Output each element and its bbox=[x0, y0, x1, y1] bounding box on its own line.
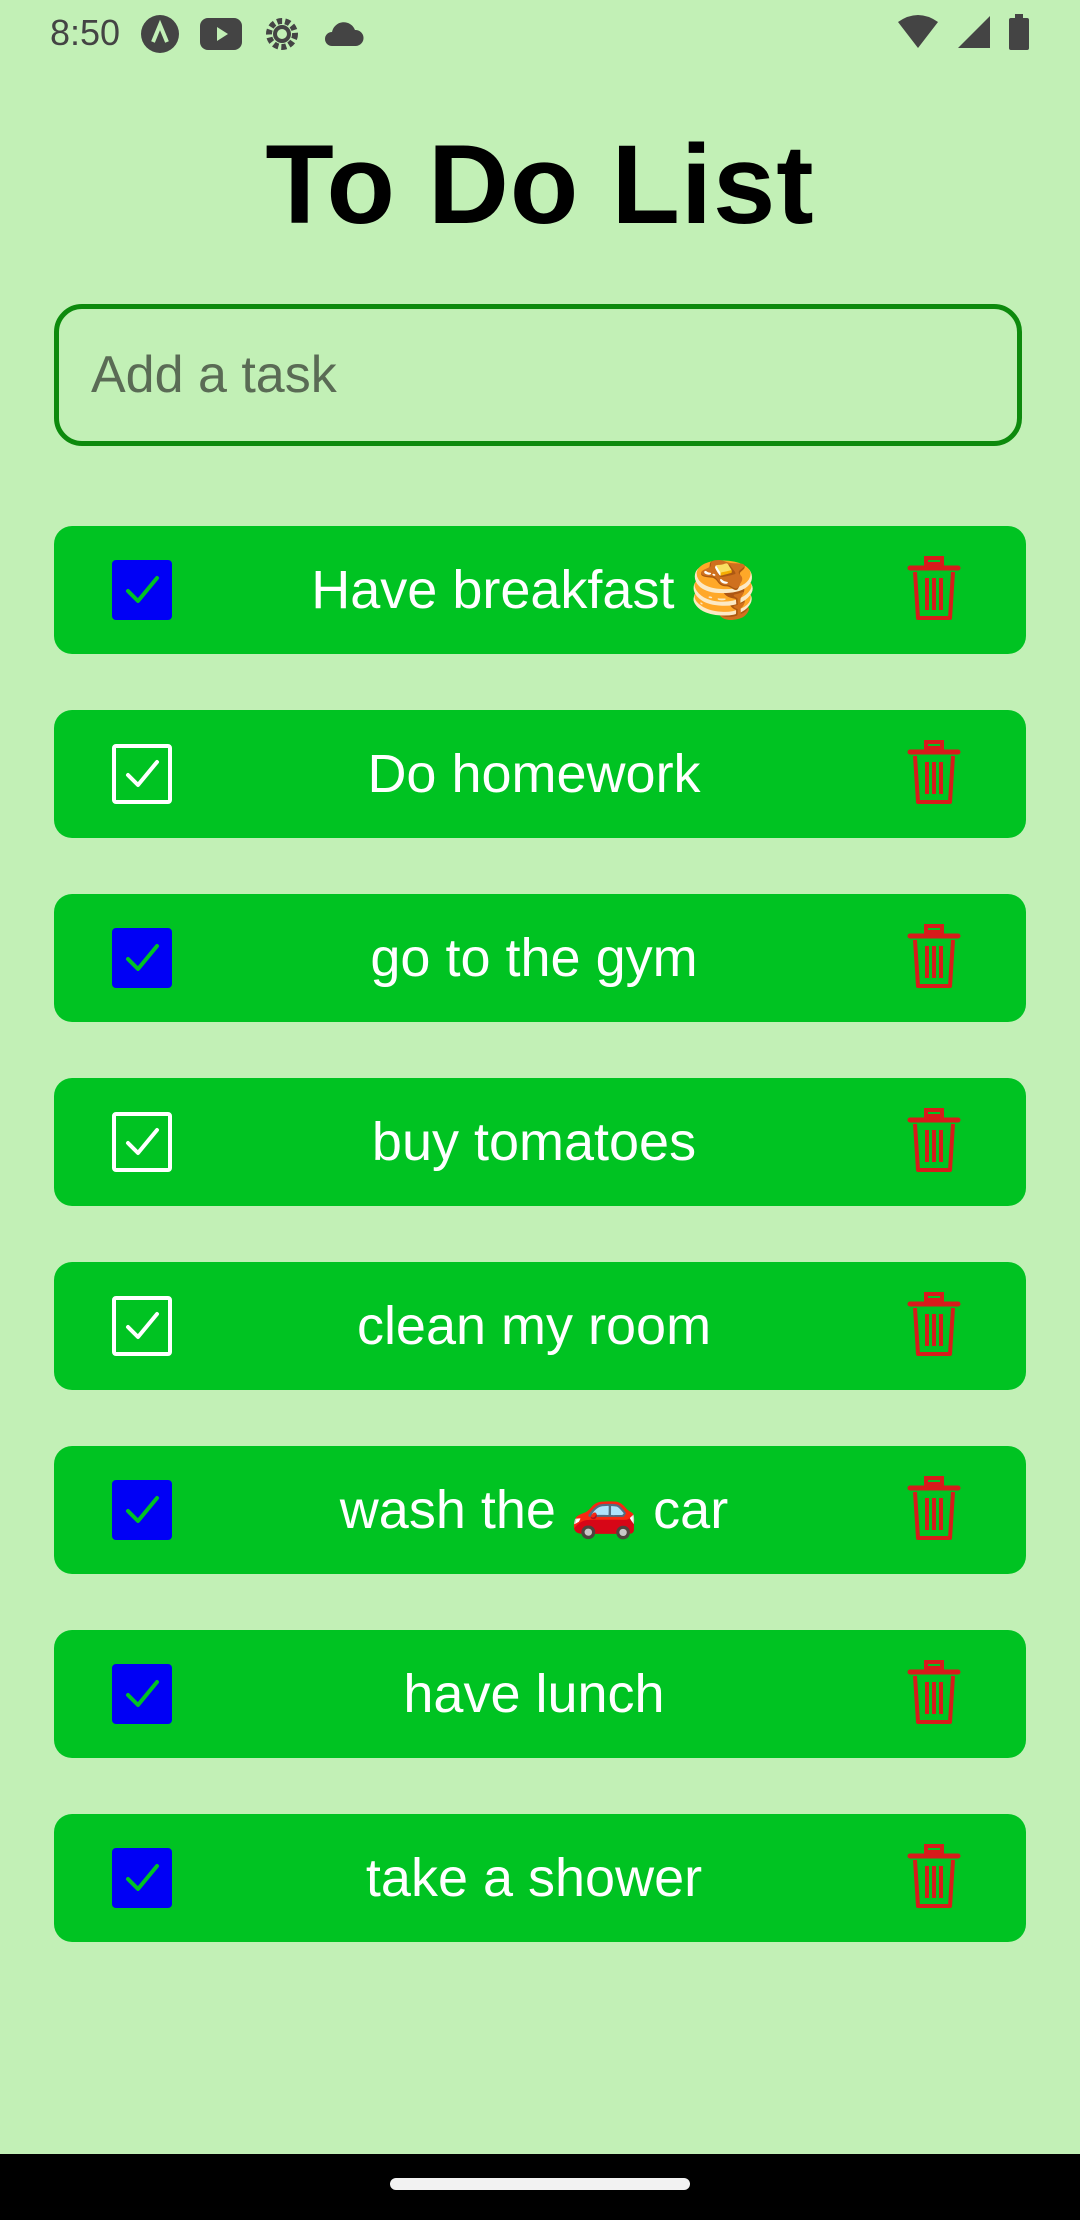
check-mark-icon bbox=[126, 760, 159, 787]
page-title: To Do List bbox=[265, 122, 815, 247]
task-checkbox[interactable] bbox=[112, 1848, 172, 1908]
settings-gear-icon bbox=[262, 14, 302, 54]
task-row: wash the 🚗 car bbox=[54, 1446, 1026, 1574]
task-label: take a shower bbox=[365, 1848, 703, 1908]
task-checkbox[interactable] bbox=[112, 560, 172, 620]
check-mark-icon bbox=[126, 1496, 159, 1523]
trash-icon bbox=[907, 1108, 961, 1172]
delete-task-button[interactable] bbox=[906, 1660, 962, 1726]
navigation-bar bbox=[0, 2154, 1080, 2220]
youtube-icon bbox=[200, 18, 242, 50]
trash-icon bbox=[907, 1844, 961, 1908]
trash-icon bbox=[907, 1292, 961, 1356]
check-mark-icon bbox=[126, 1864, 159, 1891]
check-mark-icon bbox=[126, 1312, 159, 1339]
delete-task-button[interactable] bbox=[906, 1476, 962, 1542]
trash-icon bbox=[907, 1660, 961, 1724]
delete-task-button[interactable] bbox=[906, 1108, 962, 1174]
task-label: have lunch bbox=[403, 1664, 665, 1724]
task-row: take a shower bbox=[54, 1814, 1026, 1942]
check-mark-icon bbox=[126, 1128, 159, 1155]
task-checkbox[interactable] bbox=[112, 928, 172, 988]
delete-task-button[interactable] bbox=[906, 1844, 962, 1910]
delete-task-button[interactable] bbox=[906, 556, 962, 622]
task-label: go to the gym bbox=[370, 928, 698, 988]
signal-icon bbox=[956, 14, 992, 50]
status-icons-right bbox=[896, 14, 1030, 50]
task-row: clean my room bbox=[54, 1262, 1026, 1390]
check-mark-icon bbox=[126, 944, 159, 971]
task-label: buy tomatoes bbox=[371, 1112, 697, 1172]
add-task-input[interactable] bbox=[54, 304, 1022, 446]
battery-icon bbox=[1008, 14, 1030, 50]
trash-icon bbox=[907, 924, 961, 988]
task-checkbox[interactable] bbox=[112, 1112, 172, 1172]
trash-icon bbox=[907, 1476, 961, 1540]
cloud-icon bbox=[322, 20, 364, 48]
status-bar: 8:50 bbox=[0, 0, 1080, 66]
task-row: buy tomatoes bbox=[54, 1078, 1026, 1206]
task-row: Do homework bbox=[54, 710, 1026, 838]
trash-icon bbox=[907, 740, 961, 804]
delete-task-button[interactable] bbox=[906, 740, 962, 806]
task-label: clean my room bbox=[356, 1296, 712, 1356]
task-row: have lunch bbox=[54, 1630, 1026, 1758]
task-row: go to the gym bbox=[54, 894, 1026, 1022]
status-time: 8:50 bbox=[50, 12, 121, 53]
delete-task-button[interactable] bbox=[906, 924, 962, 990]
home-gesture-handle[interactable] bbox=[390, 2178, 690, 2190]
task-checkbox[interactable] bbox=[112, 1296, 172, 1356]
delete-task-button[interactable] bbox=[906, 1292, 962, 1358]
task-label: Have breakfast 🥞 bbox=[311, 560, 757, 620]
a-circle-icon bbox=[140, 14, 180, 54]
task-row: Have breakfast 🥞 bbox=[54, 526, 1026, 654]
check-mark-icon bbox=[126, 1680, 159, 1707]
wifi-icon bbox=[896, 14, 940, 50]
trash-icon bbox=[907, 556, 961, 620]
task-label: Do homework bbox=[367, 744, 701, 804]
check-mark-icon bbox=[126, 576, 159, 603]
task-label: wash the 🚗 car bbox=[339, 1480, 729, 1540]
task-checkbox[interactable] bbox=[112, 1480, 172, 1540]
task-checkbox[interactable] bbox=[112, 1664, 172, 1724]
status-icons-left bbox=[140, 14, 364, 54]
task-checkbox[interactable] bbox=[112, 744, 172, 804]
